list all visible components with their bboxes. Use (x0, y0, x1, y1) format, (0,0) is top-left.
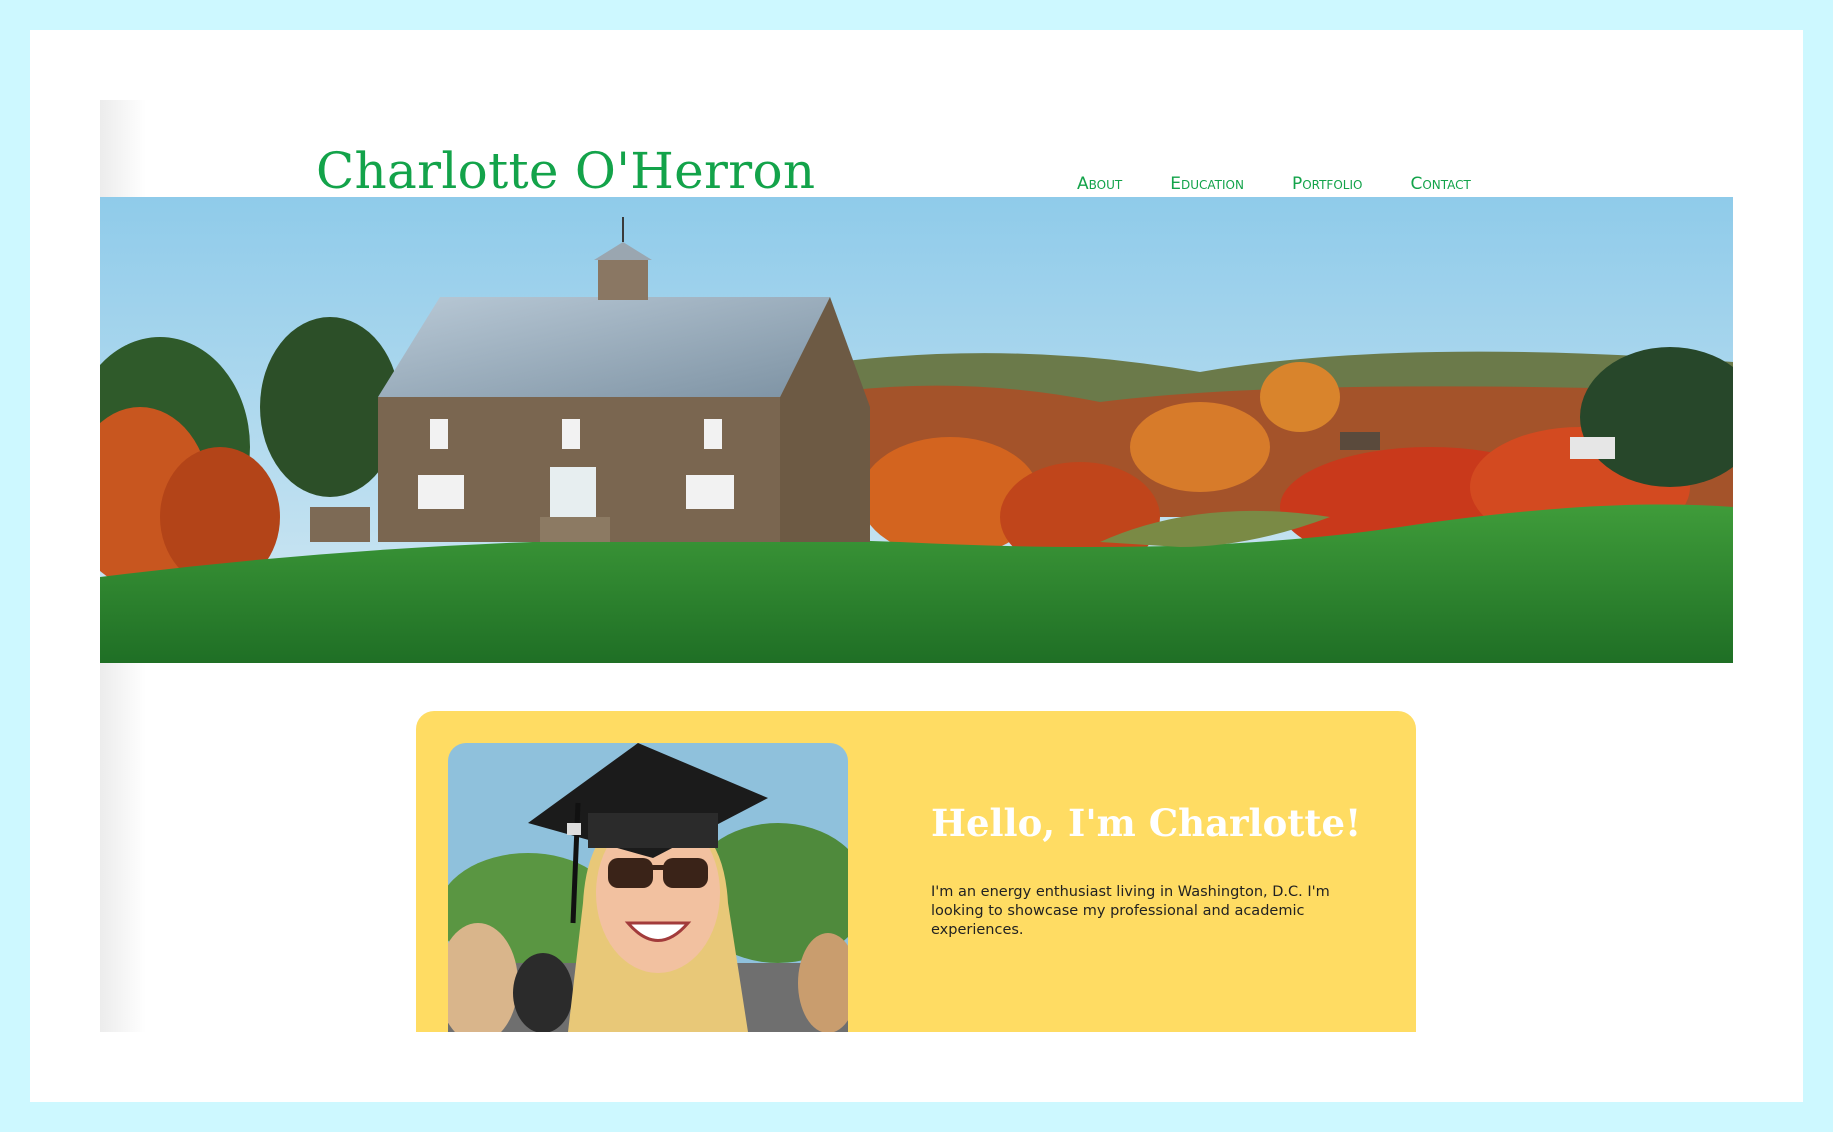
hero-landscape (100, 197, 1733, 663)
nav-contact[interactable]: Contact (1410, 174, 1470, 194)
site-page: Charlotte O'Herron About Education Portf… (100, 100, 1733, 1062)
site-title[interactable]: Charlotte O'Herron (316, 142, 815, 200)
profile-photo (448, 743, 848, 1032)
main-nav: About Education Portfolio Contact (1077, 174, 1471, 194)
intro-heading: Hello, I'm Charlotte! (931, 801, 1362, 845)
hero-image (100, 197, 1733, 663)
nav-about[interactable]: About (1077, 174, 1122, 194)
intro-card: Hello, I'm Charlotte! I'm an energy enth… (416, 711, 1416, 1032)
nav-portfolio[interactable]: Portfolio (1292, 174, 1363, 194)
page-frame: Charlotte O'Herron About Education Portf… (30, 30, 1803, 1102)
nav-education[interactable]: Education (1170, 174, 1244, 194)
intro-text: I'm an energy enthusiast living in Washi… (931, 884, 1330, 938)
graduation-portrait (448, 743, 848, 1032)
